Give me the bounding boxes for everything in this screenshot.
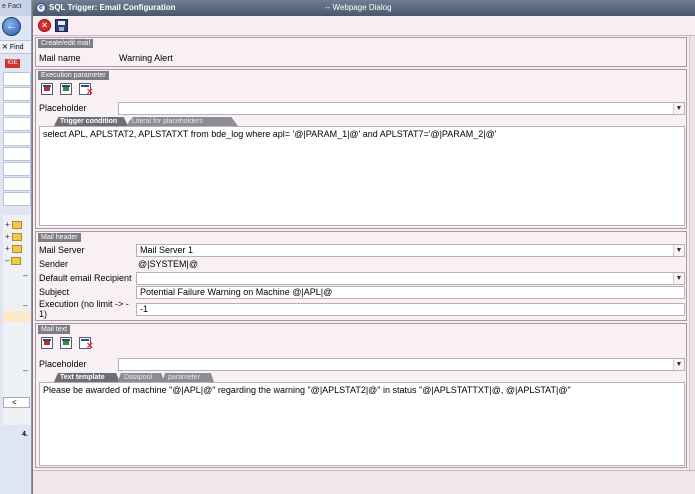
execution-limit-label-line2: 1) — [39, 309, 48, 319]
tree-node[interactable]: – — [5, 256, 22, 265]
default-recipient-select[interactable]: ▼ — [136, 272, 685, 285]
cancel-icon[interactable]: × — [38, 19, 51, 32]
dialog-scrollbar[interactable] — [689, 36, 695, 470]
page-number: 4. — [22, 431, 28, 438]
chevron-down-icon[interactable]: ▼ — [673, 245, 684, 256]
email-config-dialog: e SQL Trigger: Email Configuration -- We… — [32, 0, 695, 494]
delete-placeholder-icon[interactable] — [79, 337, 93, 352]
placeholder-select[interactable]: ▼ — [118, 102, 685, 115]
placeholder-label: Placeholder — [39, 359, 87, 369]
ie-icon: e — [36, 3, 46, 13]
execution-limit-label-line1: Execution (no limit -> - — [39, 299, 129, 309]
scroll-left-button[interactable]: < — [3, 397, 30, 408]
section-header: Mail text — [38, 325, 71, 334]
background-row[interactable] — [3, 87, 31, 101]
background-tab-label: Fact — [7, 3, 22, 10]
background-row[interactable] — [3, 162, 31, 176]
background-selected-row[interactable] — [3, 311, 31, 322]
execution-parameter-section: Execution parameter Placeholder ▼ Trigge… — [35, 69, 687, 229]
background-row[interactable] — [3, 192, 31, 206]
background-input-list — [3, 72, 31, 207]
back-arrow-icon[interactable]: ← — [2, 17, 21, 36]
background-app: e Fact ← ✕ Find IGE + + + – – – – < 4. — [0, 0, 32, 494]
window-subtitle: -- Webpage Dialog — [325, 3, 392, 12]
background-row[interactable] — [3, 177, 31, 191]
tree-node[interactable]: + — [5, 232, 22, 241]
background-tab[interactable]: e Fact — [0, 0, 31, 16]
background-row[interactable] — [3, 102, 31, 116]
save-icon[interactable] — [55, 19, 68, 32]
tab-text-template[interactable]: Text template — [54, 373, 120, 382]
sender-value: @|SYSTEM|@ — [138, 259, 198, 269]
add-placeholder-icon[interactable] — [41, 337, 53, 349]
app-logo: IGE — [5, 59, 20, 68]
execution-limit-input[interactable]: -1 — [136, 303, 685, 316]
mail-server-value: Mail Server 1 — [140, 245, 194, 255]
delete-placeholder-icon[interactable] — [79, 83, 93, 98]
mail-server-select[interactable]: Mail Server 1 ▼ — [136, 244, 685, 257]
create-edit-mail-section: Create/edit mail Mail name Warning Alert — [35, 37, 687, 67]
folder-icon — [11, 220, 22, 229]
mail-name-label: Mail name — [39, 53, 81, 63]
mail-text-tabs: Text template Datapool parameter — [54, 373, 254, 382]
placeholder-label: Placeholder — [39, 103, 87, 113]
mail-name-value: Warning Alert — [119, 53, 173, 63]
background-row[interactable] — [3, 147, 31, 161]
tree-node[interactable]: + — [5, 244, 22, 253]
tree-collapse-icon[interactable]: – — [23, 301, 27, 310]
mail-body-text[interactable]: Please be awarded of machine "@|APL|@" r… — [39, 382, 685, 466]
sender-label: Sender — [39, 259, 69, 269]
folder-icon — [11, 256, 22, 265]
chevron-down-icon[interactable]: ▼ — [673, 359, 684, 370]
tab-parameter[interactable]: parameter — [162, 373, 214, 382]
tab-trigger-condition[interactable]: Trigger condition — [54, 117, 128, 126]
status-bar — [33, 470, 695, 494]
insert-placeholder-icon[interactable] — [60, 83, 72, 95]
tree-collapse-icon[interactable]: – — [23, 271, 27, 280]
tree-node[interactable]: + — [5, 220, 22, 229]
window-title: SQL Trigger: Email Configuration — [49, 3, 176, 12]
tab-literal-placeholders[interactable]: Literal for placeholders — [126, 117, 238, 126]
chevron-down-icon[interactable]: ▼ — [673, 103, 684, 114]
background-row[interactable] — [3, 117, 31, 131]
tree-collapse-icon[interactable]: – — [23, 366, 27, 375]
mail-text-section: Mail text Placeholder ▼ Text template Da… — [35, 323, 687, 468]
add-placeholder-icon[interactable] — [41, 83, 53, 95]
section-header: Create/edit mail — [38, 39, 94, 48]
title-bar[interactable]: e SQL Trigger: Email Configuration -- We… — [33, 0, 695, 16]
close-find-icon[interactable]: ✕ — [2, 44, 8, 51]
mail-header-section: Mail header Mail Server Mail Server 1 ▼ … — [35, 231, 687, 321]
subject-input[interactable]: Potential Failure Warning on Machine @|A… — [136, 286, 685, 299]
insert-placeholder-icon[interactable] — [60, 337, 72, 349]
execution-tabs: Trigger condition Literal for placeholde… — [54, 117, 254, 126]
tab-datapool[interactable]: Datapool — [118, 373, 164, 382]
find-bar[interactable]: ✕ Find — [0, 40, 31, 54]
section-header: Mail header — [38, 233, 81, 242]
folder-icon — [11, 232, 22, 241]
find-label: Find — [9, 44, 24, 51]
section-header: Execution parameter — [38, 71, 109, 80]
trigger-condition-sql[interactable]: select APL, APLSTAT2, APLSTATXT from bde… — [39, 126, 685, 226]
background-row[interactable] — [3, 132, 31, 146]
ie-icon: e — [2, 3, 6, 10]
execution-limit-label: Execution (no limit -> - 1) — [39, 299, 129, 319]
toolbar: × — [33, 16, 695, 36]
mail-placeholder-select[interactable]: ▼ — [118, 358, 685, 371]
default-recipient-label: Default email Recipient — [39, 273, 132, 283]
mail-server-label: Mail Server — [39, 245, 85, 255]
folder-icon — [11, 244, 22, 253]
chevron-down-icon[interactable]: ▼ — [673, 273, 684, 284]
subject-label: Subject — [39, 287, 70, 297]
background-row[interactable] — [3, 72, 31, 86]
